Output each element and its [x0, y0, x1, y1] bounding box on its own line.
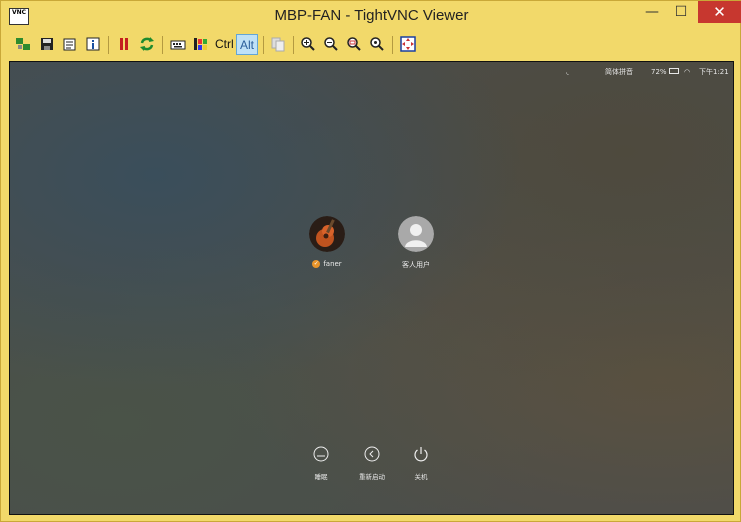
pause-button[interactable] [114, 34, 134, 54]
minimize-button[interactable]: — [641, 1, 663, 23]
info-icon [86, 37, 100, 51]
new-connection-icon [16, 38, 30, 50]
copy-clipboard-button[interactable] [268, 34, 288, 54]
send-ctrl-esc-button[interactable] [191, 34, 211, 54]
guitar-avatar [309, 216, 345, 252]
zoom-100-button[interactable] [344, 34, 364, 54]
wifi-icon: ◠ [684, 68, 691, 76]
title-bar[interactable]: VNC MBP-FAN - TightVNC Viewer — ☐ ✕ [1, 1, 741, 31]
windows-start-icon [194, 38, 207, 50]
checkmark-icon: ✓ [312, 260, 321, 268]
zoom-in-button[interactable] [298, 34, 318, 54]
connection-options-button[interactable] [60, 34, 80, 54]
options-icon [63, 38, 76, 51]
toolbar-separator [263, 36, 264, 54]
input-method-indicator: 简体拼音 [605, 68, 633, 76]
sleep-label: 睡眠 [314, 473, 328, 481]
restart-icon [364, 446, 380, 462]
person-silhouette-icon [398, 216, 434, 252]
sleep-icon [313, 446, 329, 462]
minimize-icon: — [645, 4, 659, 20]
battery-icon [669, 68, 679, 74]
shutdown-button[interactable]: 关机 [401, 446, 441, 481]
restart-label: 重新启动 [359, 473, 385, 481]
new-connection-button[interactable] [13, 34, 33, 54]
wifi-status-icon: ◟ [566, 68, 569, 76]
fullscreen-button[interactable] [398, 34, 418, 54]
maximize-button[interactable]: ☐ [667, 1, 695, 23]
keyboard-icon [170, 40, 186, 50]
zoom-fit-icon [370, 37, 384, 51]
clipboard-icon [271, 37, 285, 52]
remote-desktop-view[interactable]: ◟ 简体拼音 72% ◠ 下午1:21 ✓ faner 客人用户 睡眠 重新启动… [9, 61, 734, 515]
send-ctrl-alt-del-button[interactable] [168, 34, 188, 54]
pause-icon [120, 38, 128, 50]
sleep-button[interactable]: 睡眠 [301, 446, 341, 481]
zoom-out-icon [324, 37, 338, 51]
zoom-actual-size-icon [347, 37, 361, 51]
close-button[interactable]: ✕ [698, 1, 741, 23]
toolbar-separator [392, 36, 393, 54]
battery-percent: 72% [651, 68, 667, 76]
floppy-disk-icon [41, 38, 53, 50]
maximize-icon: ☐ [674, 4, 688, 20]
power-icon [414, 447, 428, 462]
toolbar-separator [293, 36, 294, 54]
user-name: 客人用户 [402, 261, 430, 269]
zoom-fit-button[interactable] [367, 34, 387, 54]
toolbar: Ctrl Alt [9, 33, 734, 57]
guest-avatar [398, 216, 434, 252]
guitar-icon [309, 216, 345, 252]
vnc-viewer-window: VNC MBP-FAN - TightVNC Viewer — ☐ ✕ Ctrl… [0, 0, 741, 522]
save-session-button[interactable] [37, 34, 57, 54]
user-tile-guest[interactable]: 客人用户 [386, 216, 446, 270]
close-icon: ✕ [713, 3, 726, 21]
fullscreen-icon [400, 36, 416, 52]
refresh-button[interactable] [137, 34, 157, 54]
user-label: 客人用户 [386, 260, 446, 270]
shutdown-label: 关机 [414, 473, 428, 481]
alt-key-toggle[interactable]: Alt [236, 34, 259, 55]
clock: 下午1:21 [699, 68, 729, 76]
window-title: MBP-FAN - TightVNC Viewer [274, 7, 469, 24]
connection-info-button[interactable] [83, 34, 103, 54]
user-name: faner [323, 260, 342, 268]
toolbar-separator [108, 36, 109, 54]
toolbar-separator [162, 36, 163, 54]
user-tile-faner[interactable]: ✓ faner [297, 216, 357, 268]
zoom-out-button[interactable] [321, 34, 341, 54]
ctrl-key-toggle[interactable]: Ctrl [213, 34, 236, 54]
restart-button[interactable]: 重新启动 [352, 446, 392, 481]
refresh-icon [140, 37, 154, 51]
user-label: ✓ faner [297, 260, 357, 268]
zoom-in-icon [301, 37, 315, 51]
